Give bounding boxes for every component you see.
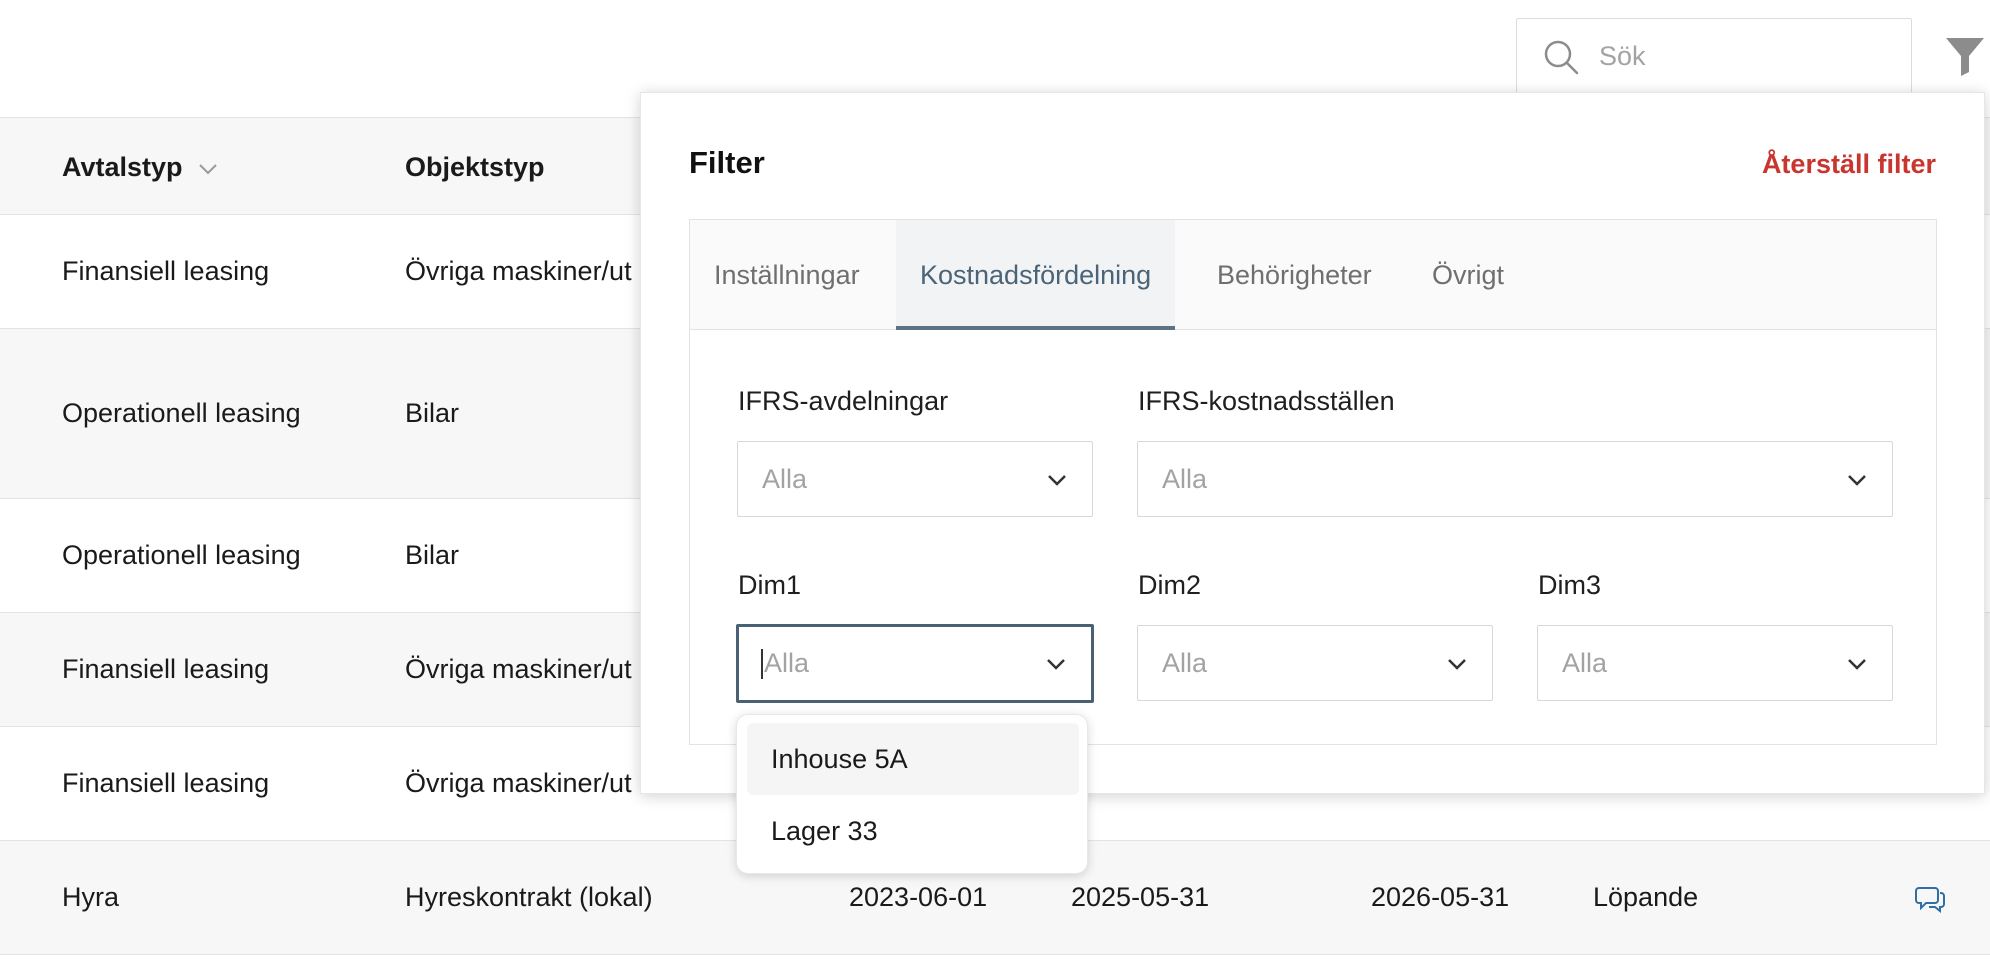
- ifrs-avdelningar-label: IFRS-avdelningar: [738, 386, 949, 416]
- tab-installningar[interactable]: Inställningar: [714, 220, 860, 330]
- chevron-down-icon: [1848, 475, 1866, 486]
- cell-objektstyp: Bilar: [405, 540, 460, 570]
- cell-status: Löpande: [1593, 882, 1699, 912]
- search-input[interactable]: [1597, 35, 1901, 77]
- cell-avtalstyp: Hyra: [62, 882, 120, 912]
- comment-icon[interactable]: [1914, 882, 1946, 914]
- dim1-label: Dim1: [738, 570, 802, 600]
- select-value: Alla: [1162, 647, 1208, 678]
- tab-kostnadsfordelning[interactable]: Kostnadsfördelning: [896, 220, 1176, 330]
- cell-objektstyp: Övriga maskiner/ut: [405, 654, 632, 684]
- dim2-select[interactable]: Alla: [1137, 625, 1493, 701]
- dim1-dropdown-menu: Inhouse 5A Lager 33: [736, 714, 1088, 874]
- sort-chevron-down-icon[interactable]: [197, 158, 219, 180]
- text-caret: [761, 648, 763, 679]
- filter-tabs: Inställningar Kostnadsfördelning Behörig…: [690, 220, 1936, 330]
- dim3-label: Dim3: [1538, 570, 1602, 600]
- filter-card: Inställningar Kostnadsfördelning Behörig…: [689, 219, 1937, 745]
- cell-avtalstyp: Operationell leasing: [62, 398, 301, 428]
- ifrs-kostnadsstallen-select[interactable]: Alla: [1137, 441, 1893, 517]
- dim1-placeholder: Alla: [764, 648, 810, 678]
- dropdown-option[interactable]: Inhouse 5A: [747, 723, 1079, 795]
- cell-avtalstyp: Finansiell leasing: [62, 256, 270, 286]
- select-value: Alla: [761, 627, 809, 700]
- column-header-label: Avtalstyp: [62, 152, 183, 182]
- chevron-down-icon: [1047, 659, 1065, 670]
- cell-objektstyp: Hyreskontrakt (lokal): [405, 882, 653, 912]
- column-header-avtalstyp[interactable]: Avtalstyp: [62, 118, 219, 216]
- cell-end-date: 2025-05-31: [1071, 882, 1210, 912]
- column-header-objektstyp[interactable]: Objektstyp: [405, 118, 545, 216]
- cell-avtalstyp: Finansiell leasing: [62, 768, 270, 798]
- dropdown-option[interactable]: Lager 33: [747, 795, 1079, 867]
- search-box[interactable]: [1516, 18, 1912, 94]
- chevron-down-icon: [1048, 475, 1066, 486]
- filter-panel: Filter Återställ filter Inställningar Ko…: [640, 92, 1985, 794]
- tab-behorigheter[interactable]: Behörigheter: [1217, 220, 1372, 330]
- select-value: Alla: [1562, 647, 1608, 678]
- chevron-down-icon: [1848, 659, 1866, 670]
- cell-objektstyp: Bilar: [405, 398, 460, 428]
- ifrs-avdelningar-select[interactable]: Alla: [737, 441, 1093, 517]
- filter-funnel-icon[interactable]: [1940, 30, 1990, 80]
- reset-filter-button[interactable]: Återställ filter: [1762, 149, 1936, 180]
- cell-avtalstyp: Finansiell leasing: [62, 654, 270, 684]
- dim1-select[interactable]: Alla: [736, 624, 1094, 703]
- dim2-label: Dim2: [1138, 570, 1202, 600]
- ifrs-kostnadsstallen-label: IFRS-kostnadsställen: [1138, 386, 1395, 416]
- cell-objektstyp: Övriga maskiner/ut: [405, 768, 632, 798]
- search-icon: [1544, 40, 1579, 75]
- column-header-label: Objektstyp: [405, 152, 545, 182]
- tab-ovrigt[interactable]: Övrigt: [1432, 220, 1504, 330]
- cell-option-date: 2026-05-31: [1371, 882, 1510, 912]
- dim3-select[interactable]: Alla: [1537, 625, 1893, 701]
- chevron-down-icon: [1448, 659, 1466, 670]
- select-value: Alla: [1162, 463, 1208, 494]
- cell-avtalstyp: Operationell leasing: [62, 540, 301, 570]
- select-value: Alla: [762, 463, 808, 494]
- cell-objektstyp: Övriga maskiner/ut: [405, 256, 632, 286]
- filter-title: Filter: [689, 145, 765, 180]
